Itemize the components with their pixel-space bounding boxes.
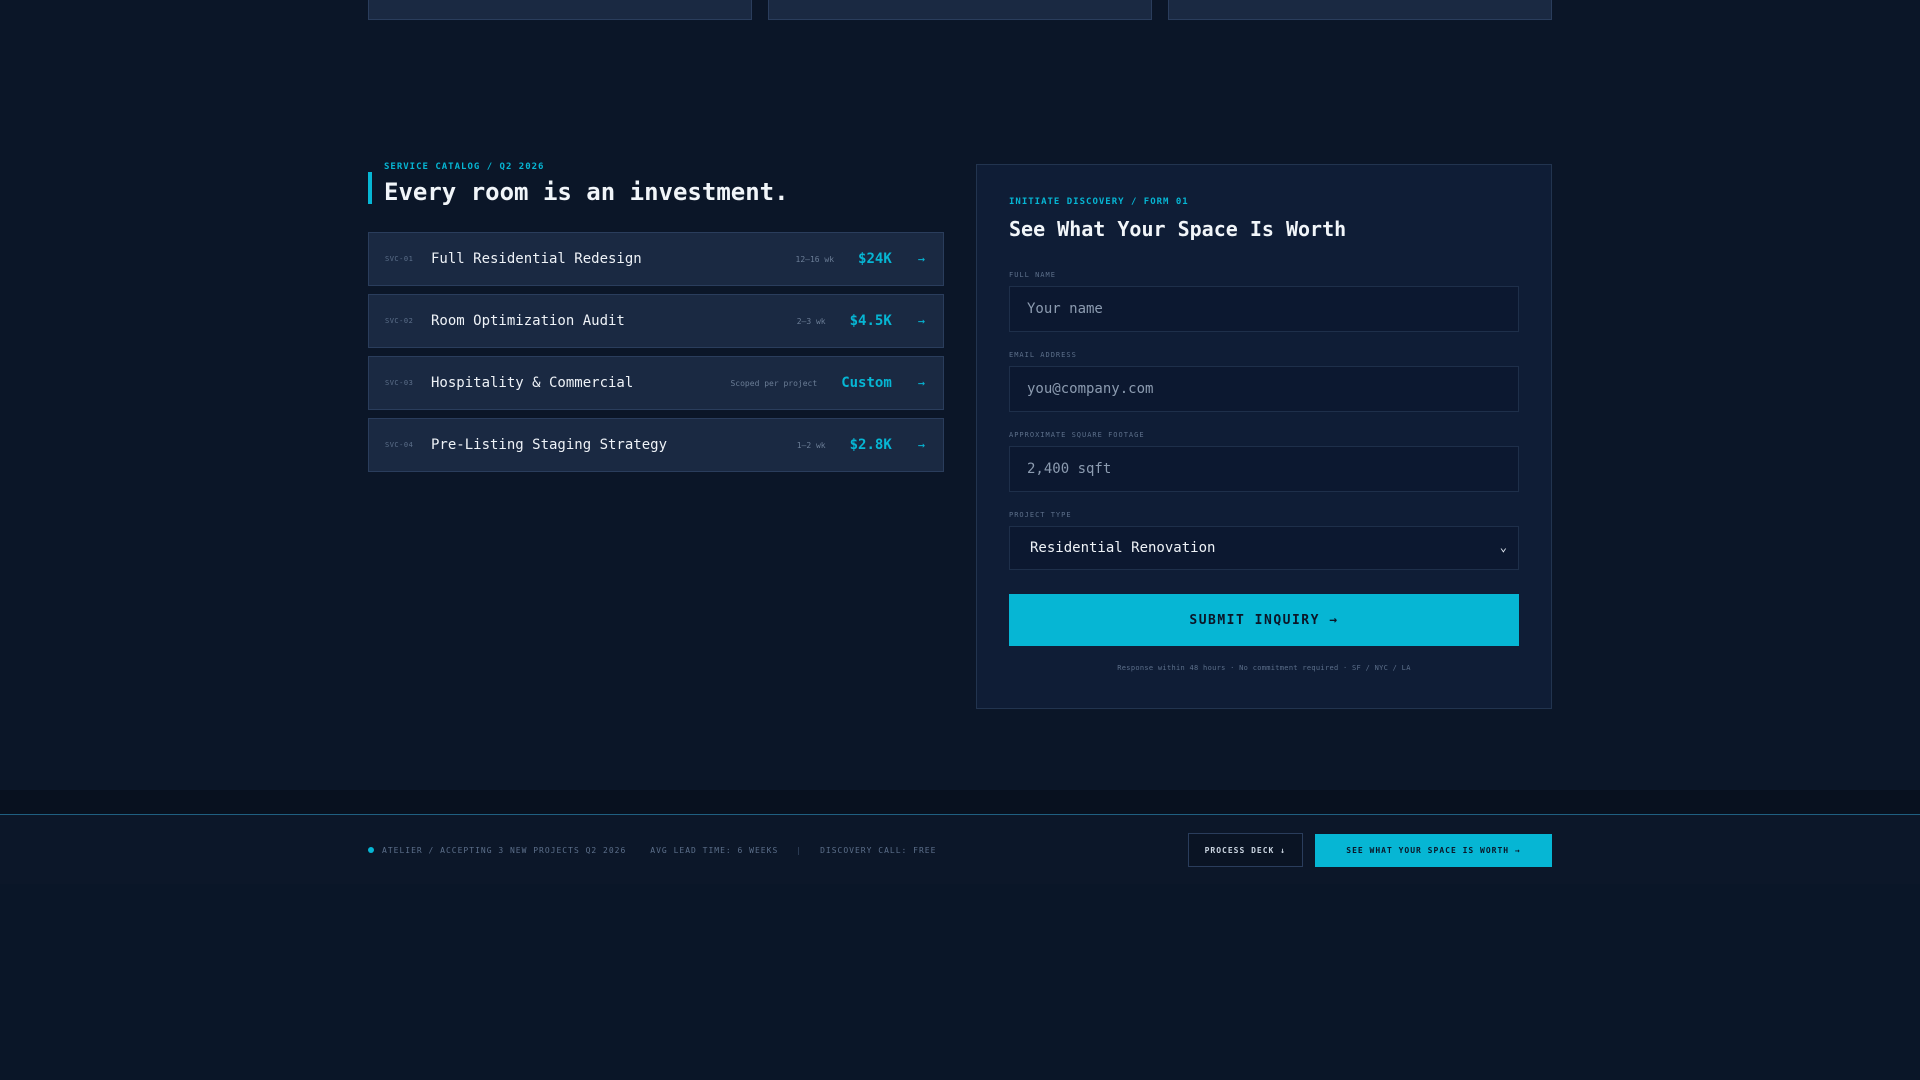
catalog-header: SERVICE CATALOG / Q2 2026 Every room is … bbox=[368, 162, 944, 206]
email-label: EMAIL ADDRESS bbox=[1009, 351, 1077, 359]
arrow-right-icon[interactable]: → bbox=[918, 438, 925, 452]
service-price: $2.8K bbox=[849, 437, 892, 453]
form-note: Response within 48 hours · No commitment… bbox=[1117, 664, 1411, 672]
project-type-label: PROJECT TYPE bbox=[1009, 511, 1072, 519]
catalog-title: Every room is an investment. bbox=[384, 178, 789, 206]
service-code: SVC-03 bbox=[385, 379, 414, 387]
top-card-strip bbox=[368, 0, 1552, 20]
square-footage-input[interactable] bbox=[1009, 446, 1519, 492]
status-dot-icon bbox=[368, 847, 374, 853]
service-row-hospitality-commercial[interactable]: SVC-03 Hospitality & Commercial Scoped p… bbox=[368, 356, 944, 410]
arrow-right-icon[interactable]: → bbox=[918, 314, 925, 328]
arrow-right-icon[interactable]: → bbox=[918, 376, 925, 390]
form-eyebrow: INITIATE DISCOVERY / FORM 01 bbox=[1009, 197, 1189, 207]
service-duration: 2–3 wk bbox=[796, 316, 826, 326]
submit-inquiry-button[interactable]: SUBMIT INQUIRY → bbox=[1009, 594, 1519, 646]
inquiry-form: INITIATE DISCOVERY / FORM 01 See What Yo… bbox=[976, 164, 1552, 709]
service-name: Pre-Listing Staging Strategy bbox=[431, 437, 668, 453]
sticky-footer-bar: ATELIER / ACCEPTING 3 NEW PROJECTS Q2 20… bbox=[0, 814, 1920, 884]
catalog-eyebrow: SERVICE CATALOG / Q2 2026 bbox=[384, 162, 545, 172]
service-code: SVC-01 bbox=[385, 255, 414, 263]
service-duration: 1–2 wk bbox=[796, 440, 826, 450]
service-name: Full Residential Redesign bbox=[431, 251, 642, 267]
service-name: Hospitality & Commercial bbox=[431, 375, 634, 391]
footer-status: ATELIER / ACCEPTING 3 NEW PROJECTS Q2 20… bbox=[368, 846, 1188, 855]
top-card[interactable] bbox=[768, 0, 1152, 20]
service-code: SVC-02 bbox=[385, 317, 414, 325]
service-name: Room Optimization Audit bbox=[431, 313, 625, 329]
service-price: Custom bbox=[841, 375, 892, 391]
discovery-call: DISCOVERY CALL: FREE bbox=[820, 845, 937, 855]
project-type-select-wrapper: Residential Renovation ⌄ bbox=[1009, 526, 1519, 570]
service-price: $4.5K bbox=[849, 313, 892, 329]
footer-divider-strip bbox=[0, 790, 1920, 814]
see-space-worth-button[interactable]: SEE WHAT YOUR SPACE IS WORTH → bbox=[1315, 833, 1552, 867]
service-row-full-residential-redesign[interactable]: SVC-01 Full Residential Redesign 12–16 w… bbox=[368, 232, 944, 286]
full-name-label: FULL NAME bbox=[1009, 271, 1056, 279]
accent-bar bbox=[368, 172, 372, 204]
service-duration: 12–16 wk bbox=[795, 254, 835, 264]
arrow-right-icon[interactable]: → bbox=[918, 252, 925, 266]
service-duration: Scoped per project bbox=[730, 378, 818, 388]
studio-status: ATELIER / ACCEPTING 3 NEW PROJECTS Q2 20… bbox=[382, 845, 627, 855]
footer-inner: ATELIER / ACCEPTING 3 NEW PROJECTS Q2 20… bbox=[368, 815, 1552, 885]
service-row-room-optimization-audit[interactable]: SVC-02 Room Optimization Audit 2–3 wk $4… bbox=[368, 294, 944, 348]
service-list: SVC-01 Full Residential Redesign 12–16 w… bbox=[368, 232, 944, 472]
full-name-input[interactable] bbox=[1009, 286, 1519, 332]
process-deck-button[interactable]: PROCESS DECK ↓ bbox=[1187, 833, 1303, 867]
email-input[interactable] bbox=[1009, 366, 1519, 412]
top-card[interactable] bbox=[368, 0, 752, 20]
project-type-select[interactable]: Residential Renovation bbox=[1009, 526, 1519, 570]
lead-time: AVG LEAD TIME: 6 WEEKS bbox=[650, 845, 779, 855]
top-card[interactable] bbox=[1168, 0, 1552, 20]
service-code: SVC-04 bbox=[385, 441, 414, 449]
service-price: $24K bbox=[858, 251, 892, 267]
status-separator: | bbox=[796, 845, 803, 855]
form-title: See What Your Space Is Worth bbox=[1009, 217, 1347, 241]
square-footage-label: APPROXIMATE SQUARE FOOTAGE bbox=[1009, 431, 1145, 439]
page-lower-area bbox=[0, 884, 1920, 1080]
service-row-pre-listing-staging[interactable]: SVC-04 Pre-Listing Staging Strategy 1–2 … bbox=[368, 418, 944, 472]
service-catalog: SERVICE CATALOG / Q2 2026 Every room is … bbox=[368, 162, 944, 472]
